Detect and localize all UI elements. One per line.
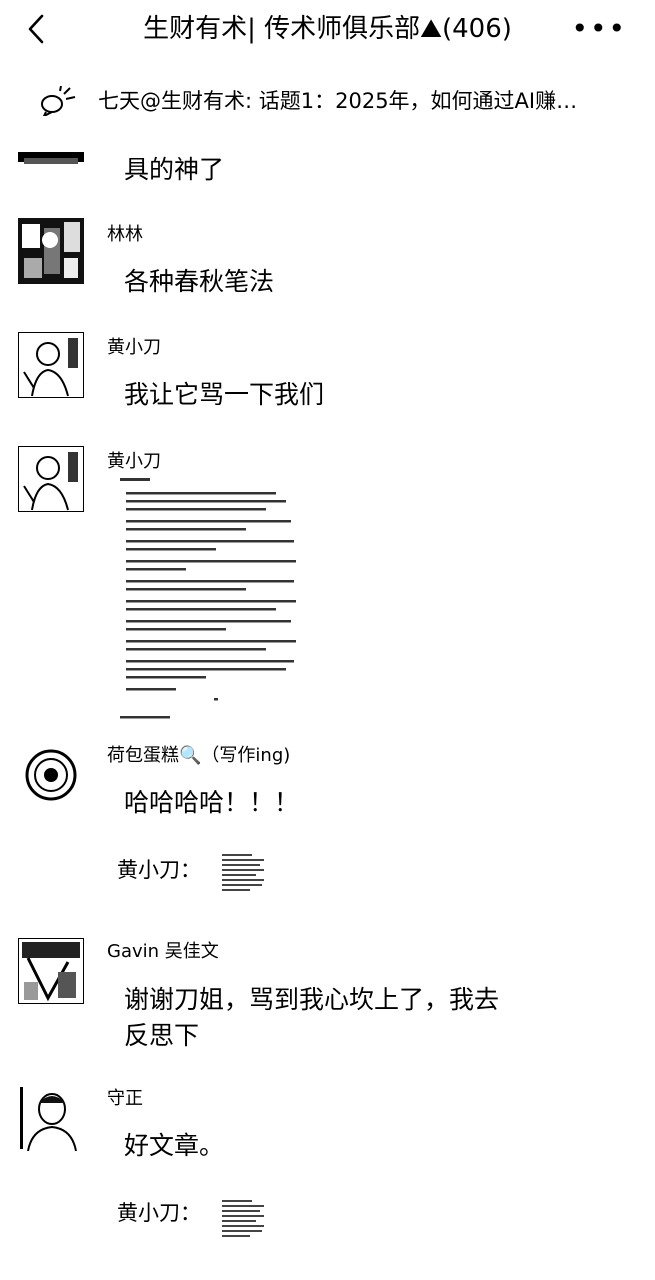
quoted-reply-label: 黄小刀： (117, 858, 201, 882)
quoted-reply-label: 黄小刀： (117, 1201, 201, 1225)
message-text: 各种春秋笔法 (124, 267, 275, 296)
avatar[interactable] (18, 742, 84, 808)
quoted-image-thumbnail[interactable] (220, 852, 266, 894)
pinned-announcement[interactable]: 七天@生财有术: 话题1：2025年，如何通过AI赚… (0, 72, 655, 130)
avatar[interactable] (18, 332, 84, 398)
avatar[interactable] (18, 938, 84, 1004)
sender-name: 黄小刀 (107, 337, 161, 358)
sender-name: 林林 (107, 224, 143, 245)
message-text: 具的神了 (124, 155, 225, 184)
quoted-image-thumbnail[interactable] (220, 1198, 266, 1240)
avatar[interactable] (18, 446, 84, 512)
message-text: 好文章。 (124, 1131, 225, 1160)
message-image[interactable] (114, 474, 304, 722)
message-text-line2: 反思下 (124, 1021, 200, 1050)
avatar[interactable] (18, 132, 84, 172)
more-options-icon[interactable]: ••• (571, 12, 627, 46)
sender-name: 荷包蛋糕🔍（写作ing) (107, 745, 291, 766)
avatar[interactable] (18, 218, 84, 284)
sender-name: Gavin 吴佳文 (107, 941, 219, 962)
avatar[interactable] (18, 1085, 84, 1151)
sender-name: 守正 (107, 1088, 143, 1109)
pinned-text: 七天@生财有术: 话题1：2025年，如何通过AI赚… (98, 89, 578, 113)
message-text: 哈哈哈哈！！！ (124, 788, 300, 817)
message-text-line1: 谢谢刀姐，骂到我心坎上了，我去 (124, 985, 500, 1014)
sender-name: 黄小刀 (107, 451, 161, 472)
chat-header: 生财有术| 传术师俱乐部⛰(406) ••• (0, 0, 655, 60)
message-text: 我让它骂一下我们 (124, 380, 325, 409)
megaphone-icon (41, 86, 76, 116)
chat-title: 生财有术| 传术师俱乐部⛰(406) (143, 14, 512, 44)
